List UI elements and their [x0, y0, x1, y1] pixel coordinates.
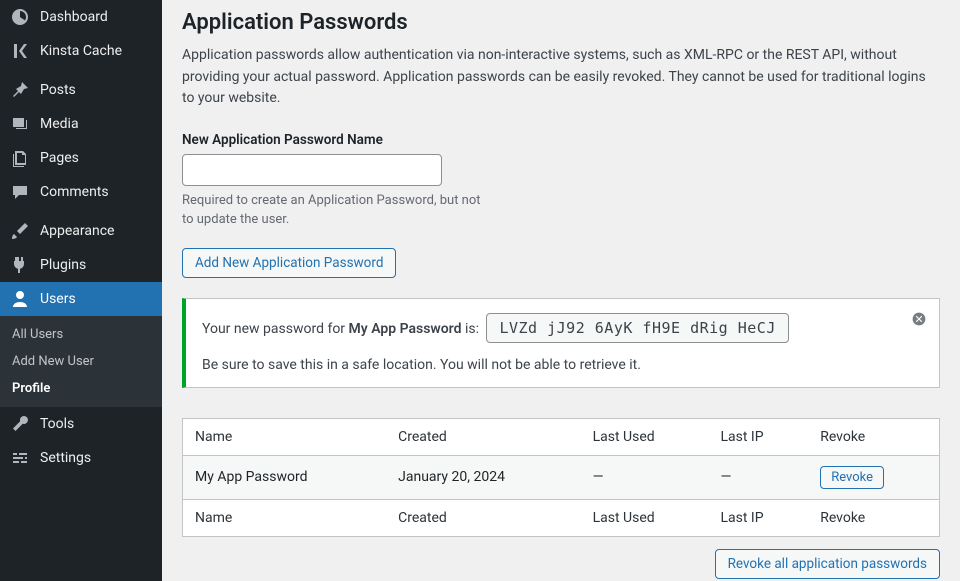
- sidebar-item-appearance[interactable]: Appearance: [0, 214, 162, 248]
- wrench-icon: [10, 414, 30, 434]
- sidebar-item-label: Appearance: [40, 223, 114, 239]
- app-name-input[interactable]: [182, 154, 442, 186]
- notice-app-name: My App Password: [349, 321, 462, 337]
- col-name-header[interactable]: Name: [183, 418, 387, 455]
- submenu-item-all-users[interactable]: All Users: [0, 321, 162, 348]
- sidebar-item-label: Kinsta Cache: [40, 43, 122, 59]
- sidebar-item-plugins[interactable]: Plugins: [0, 248, 162, 282]
- pin-icon: [10, 80, 30, 100]
- sidebar-item-label: Tools: [40, 416, 74, 432]
- table-row: My App Password January 20, 2024 — — Rev…: [183, 455, 940, 499]
- sidebar-item-posts[interactable]: Posts: [0, 73, 162, 107]
- col-created-header[interactable]: Created: [386, 418, 580, 455]
- app-passwords-table: Name Created Last Used Last IP Revoke My…: [182, 418, 940, 537]
- sidebar-item-kinsta-cache[interactable]: Kinsta Cache: [0, 34, 162, 68]
- submenu-item-profile[interactable]: Profile: [0, 375, 162, 402]
- app-name-label: New Application Password Name: [182, 132, 940, 148]
- sidebar-item-comments[interactable]: Comments: [0, 175, 162, 209]
- cell-lastip: —: [709, 455, 809, 499]
- col-name-footer: Name: [183, 499, 387, 536]
- cell-created: January 20, 2024: [386, 455, 580, 499]
- submenu-item-add-new-user[interactable]: Add New User: [0, 348, 162, 375]
- col-lastused-header[interactable]: Last Used: [581, 418, 709, 455]
- new-password-notice: Your new password for My App Password is…: [182, 298, 940, 388]
- close-icon: [911, 311, 927, 327]
- sidebar-item-tools[interactable]: Tools: [0, 407, 162, 441]
- col-lastip-footer: Last IP: [709, 499, 809, 536]
- notice-text-after: is:: [461, 321, 482, 337]
- sidebar-item-media[interactable]: Media: [0, 107, 162, 141]
- app-name-help: Required to create an Application Passwo…: [182, 192, 482, 230]
- col-created-footer: Created: [386, 499, 580, 536]
- plug-icon: [10, 255, 30, 275]
- user-icon: [10, 289, 30, 309]
- users-submenu: All Users Add New User Profile: [0, 316, 162, 407]
- dashboard-icon: [10, 7, 30, 27]
- sliders-icon: [10, 448, 30, 468]
- cell-name: My App Password: [183, 455, 387, 499]
- brush-icon: [10, 221, 30, 241]
- page-description: Application passwords allow authenticati…: [182, 45, 940, 110]
- kinsta-icon: [10, 41, 30, 61]
- col-revoke-header: Revoke: [808, 418, 939, 455]
- notice-instructions: Be sure to save this in a safe location.…: [202, 357, 899, 373]
- sidebar-item-label: Media: [40, 116, 79, 132]
- sidebar-item-label: Pages: [40, 150, 79, 166]
- media-icon: [10, 114, 30, 134]
- page-title: Application Passwords: [182, 10, 940, 35]
- pages-icon: [10, 148, 30, 168]
- sidebar-item-label: Settings: [40, 450, 91, 466]
- cell-lastused: —: [581, 455, 709, 499]
- generated-password: LVZd jJ92 6AyK fH9E dRig HeCJ: [486, 313, 788, 343]
- sidebar-item-label: Posts: [40, 82, 76, 98]
- admin-sidebar: Dashboard Kinsta Cache Posts Media Page: [0, 0, 162, 581]
- revoke-all-button[interactable]: Revoke all application passwords: [715, 549, 940, 579]
- sidebar-item-dashboard[interactable]: Dashboard: [0, 0, 162, 34]
- col-revoke-footer: Revoke: [808, 499, 939, 536]
- main-content: Application Passwords Application passwo…: [162, 0, 960, 581]
- dismiss-notice-button[interactable]: [909, 309, 929, 329]
- sidebar-item-label: Comments: [40, 184, 109, 200]
- add-new-password-button[interactable]: Add New Application Password: [182, 248, 396, 278]
- notice-text-before: Your new password for: [202, 321, 349, 337]
- sidebar-item-label: Dashboard: [40, 9, 108, 25]
- sidebar-item-label: Users: [40, 291, 76, 307]
- sidebar-item-settings[interactable]: Settings: [0, 441, 162, 475]
- col-lastused-footer: Last Used: [581, 499, 709, 536]
- sidebar-item-users[interactable]: Users: [0, 282, 162, 316]
- sidebar-item-pages[interactable]: Pages: [0, 141, 162, 175]
- col-lastip-header[interactable]: Last IP: [709, 418, 809, 455]
- sidebar-item-label: Plugins: [40, 257, 86, 273]
- comments-icon: [10, 182, 30, 202]
- revoke-button[interactable]: Revoke: [820, 466, 884, 489]
